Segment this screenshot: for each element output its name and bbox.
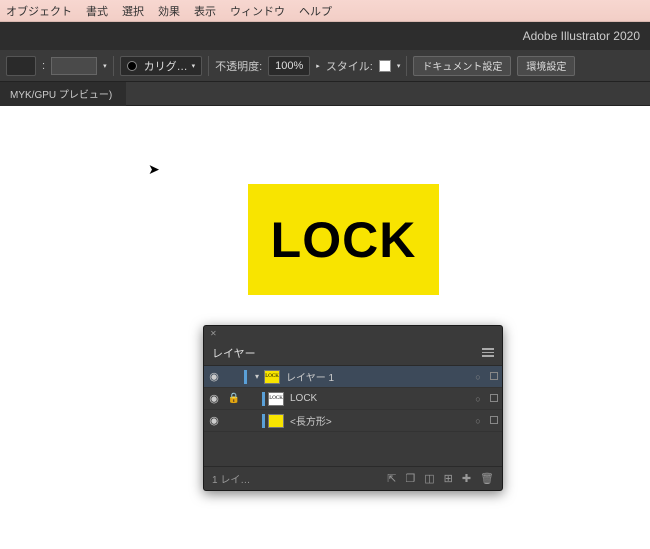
menu-bar: オブジェクト 書式 選択 効果 表示 ウィンドウ ヘルプ <box>0 0 650 22</box>
divider <box>113 56 114 76</box>
panel-header: レイヤー <box>204 340 502 366</box>
divider <box>406 56 407 76</box>
layer-row[interactable]: ◉ ▾ レイヤー 1 ○ <box>204 366 502 388</box>
selection-box[interactable] <box>486 415 502 427</box>
canvas-area[interactable]: ➤ LOCK ✕ レイヤー ◉ ▾ レイヤー 1 ○ ◉ 🔒 <box>0 106 650 549</box>
chevron-down-icon[interactable]: ▾ <box>397 62 401 70</box>
layer-color-bar <box>262 392 265 406</box>
menu-effect[interactable]: 効果 <box>158 3 180 19</box>
layer-color-bar <box>244 370 247 384</box>
panel-tab-bar: ✕ <box>204 326 502 340</box>
document-tab-strip: MYK/GPU プレビュー) <box>0 82 650 106</box>
menu-help[interactable]: ヘルプ <box>299 3 332 19</box>
layer-row[interactable]: ◉ <長方形> ○ <box>204 410 502 432</box>
layer-thumbnail <box>264 370 280 384</box>
brush-dot-icon <box>127 61 137 71</box>
style-label: スタイル: <box>326 58 373 74</box>
chevron-down-icon[interactable]: ▾ <box>103 62 107 70</box>
layer-thumbnail: LOCK <box>268 392 284 406</box>
cursor-pointer-icon: ➤ <box>148 161 160 178</box>
style-swatch[interactable] <box>379 60 391 72</box>
layer-name[interactable]: <長方形> <box>290 413 470 428</box>
disclosure-triangle-icon[interactable]: ▾ <box>250 372 264 381</box>
menu-object[interactable]: オブジェクト <box>6 3 72 19</box>
brush-name: カリグ… <box>144 58 188 74</box>
visibility-toggle[interactable]: ◉ <box>204 392 224 405</box>
selection-box[interactable] <box>486 371 502 383</box>
layer-name[interactable]: レイヤー 1 <box>286 369 470 384</box>
target-icon[interactable]: ○ <box>470 394 486 404</box>
delete-layer-icon[interactable]: 🗑 <box>480 472 494 485</box>
control-bar: : ▾ カリグ… ▾ 不透明度: 100% ▸ スタイル: ▾ ドキュメント設定… <box>0 50 650 82</box>
panel-menu-icon[interactable] <box>482 348 494 357</box>
visibility-toggle[interactable]: ◉ <box>204 414 224 427</box>
collect-icon[interactable]: ❐ <box>405 472 415 485</box>
divider <box>208 56 209 76</box>
layers-list: ◉ ▾ レイヤー 1 ○ ◉ 🔒 LOCK LOCK ○ ◉ <box>204 366 502 466</box>
target-icon[interactable]: ○ <box>470 372 486 382</box>
layer-row[interactable]: ◉ 🔒 LOCK LOCK ○ <box>204 388 502 410</box>
document-settings-button[interactable]: ドキュメント設定 <box>413 56 511 76</box>
lock-icon[interactable]: 🔒 <box>224 393 244 404</box>
chevron-right-icon[interactable]: ▸ <box>316 62 320 70</box>
new-layer-icon[interactable]: ✚ <box>462 472 471 485</box>
artwork-text: LOCK <box>271 211 417 269</box>
panel-footer: 1 レイ… ⇱ ❐ ◫ ⊞ ✚ 🗑 <box>204 466 502 490</box>
empty-space <box>204 432 502 466</box>
footer-icons: ⇱ ❐ ◫ ⊞ ✚ 🗑 <box>387 472 494 485</box>
layer-thumbnail <box>268 414 284 428</box>
panel-title: レイヤー <box>212 345 256 361</box>
visibility-toggle[interactable]: ◉ <box>204 370 224 383</box>
new-sublayer-icon[interactable]: ⊞ <box>444 472 453 485</box>
document-tab[interactable]: MYK/GPU プレビュー) <box>0 82 126 106</box>
selection-box[interactable] <box>486 393 502 405</box>
close-icon[interactable]: ✕ <box>210 329 218 337</box>
menu-select[interactable]: 選択 <box>122 3 144 19</box>
opacity-value: 100% <box>275 60 303 72</box>
opacity-field[interactable]: 100% <box>268 56 310 76</box>
chevron-down-icon: ▾ <box>192 62 196 70</box>
brush-dropdown[interactable]: カリグ… ▾ <box>120 56 203 76</box>
locate-object-icon[interactable]: ⇱ <box>387 472 396 485</box>
app-title: Adobe Illustrator 2020 <box>523 29 640 43</box>
target-icon[interactable]: ○ <box>470 416 486 426</box>
layer-color-bar <box>262 414 265 428</box>
stroke-weight-field[interactable] <box>6 56 36 76</box>
menu-window[interactable]: ウィンドウ <box>230 3 285 19</box>
layer-name[interactable]: LOCK <box>290 393 470 404</box>
swatch-field[interactable] <box>51 57 97 75</box>
opacity-label: 不透明度: <box>215 58 262 74</box>
menu-format[interactable]: 書式 <box>86 3 108 19</box>
make-clipping-mask-icon[interactable]: ◫ <box>424 472 434 485</box>
layers-panel: ✕ レイヤー ◉ ▾ レイヤー 1 ○ ◉ 🔒 LOCK <box>203 325 503 491</box>
app-title-bar: Adobe Illustrator 2020 <box>0 22 650 50</box>
menu-view[interactable]: 表示 <box>194 3 216 19</box>
layer-count: 1 レイ… <box>212 471 250 486</box>
separator-colon: : <box>42 60 45 72</box>
preferences-button[interactable]: 環境設定 <box>517 56 575 76</box>
artwork-rectangle[interactable]: LOCK <box>248 184 439 295</box>
